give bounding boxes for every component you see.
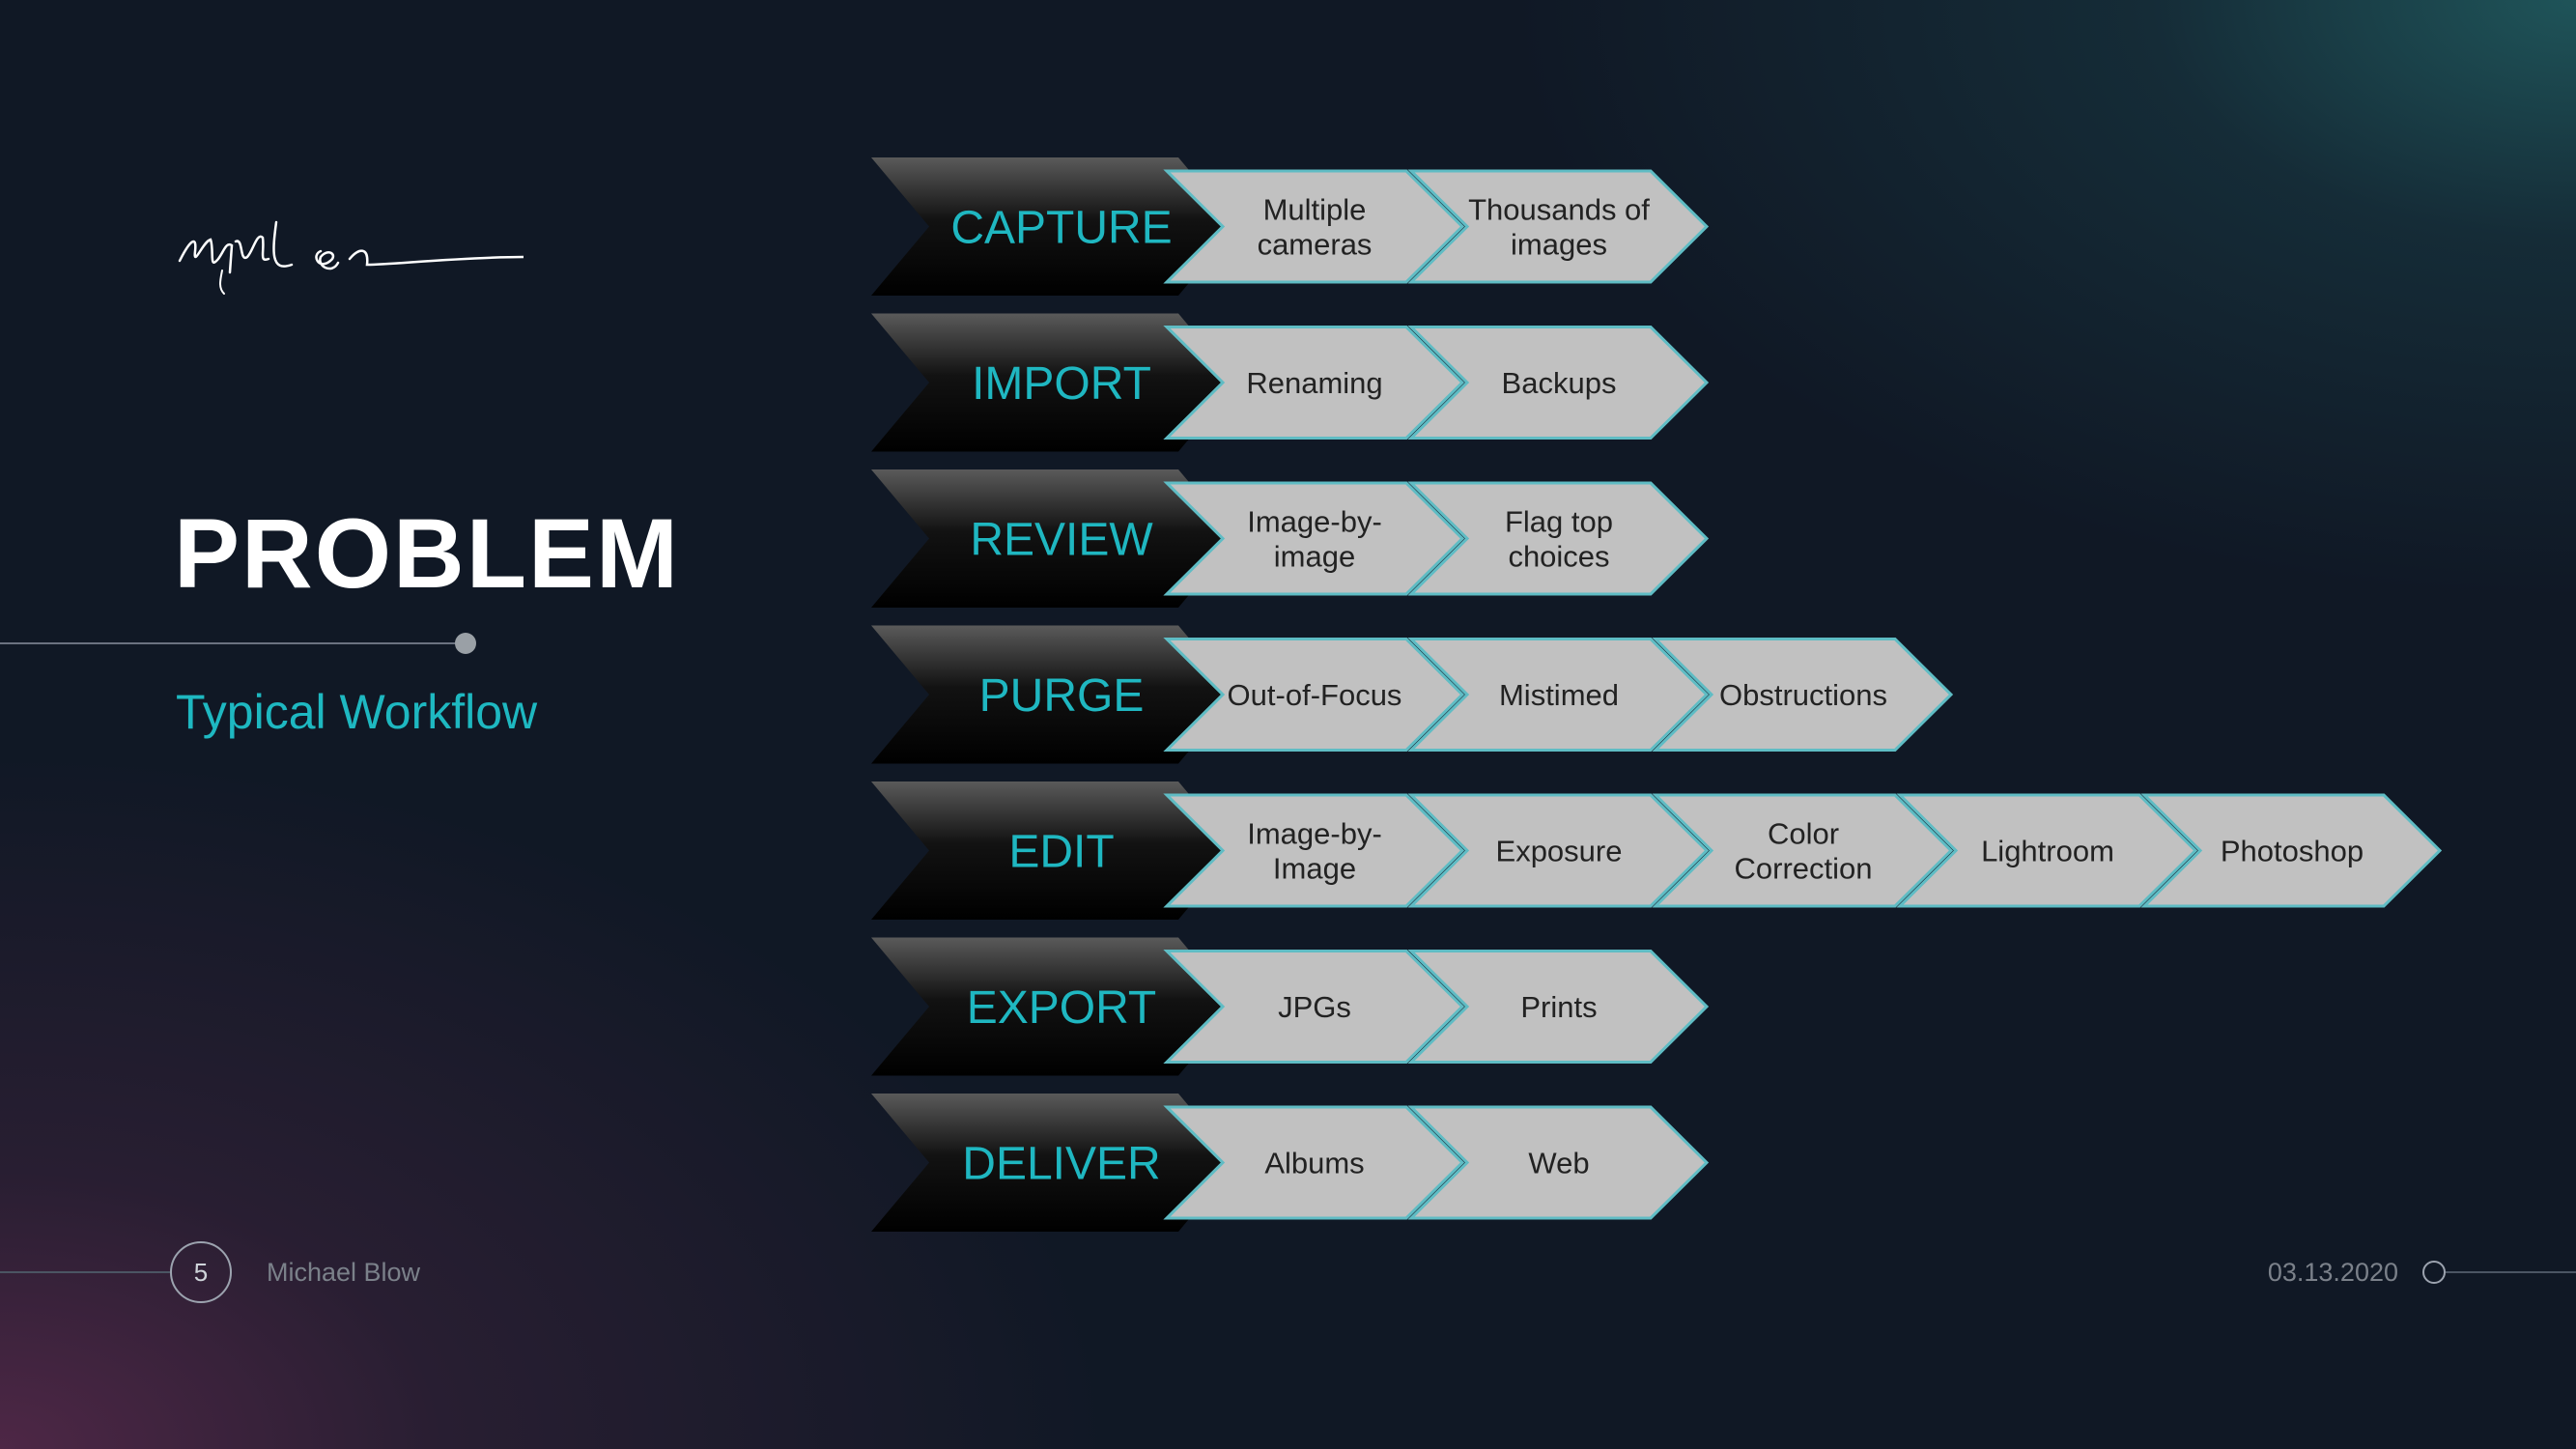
step-label: Image-by-	[1247, 817, 1382, 851]
page-number: 5	[170, 1241, 232, 1303]
step-label: Multiple	[1263, 193, 1367, 227]
stage-label: EXPORT	[967, 982, 1157, 1034]
step-label: images	[1511, 228, 1607, 262]
step-label: Photoshop	[2221, 835, 2364, 868]
step-label: Exposure	[1496, 835, 1623, 868]
step-label: Thousands of	[1468, 193, 1650, 227]
step-label: Color	[1768, 817, 1839, 851]
stage-label: IMPORT	[972, 358, 1151, 410]
stage-label: PURGE	[979, 670, 1145, 722]
step-label: image	[1274, 540, 1355, 574]
step-label: choices	[1508, 540, 1609, 574]
stage-label: DELIVER	[962, 1139, 1160, 1190]
presenter-name: Michael Blow	[267, 1258, 421, 1287]
step-label: Flag top	[1505, 505, 1613, 539]
step-label: Mistimed	[1499, 678, 1619, 712]
footer-left-rule	[0, 1271, 170, 1273]
step-label: Correction	[1735, 852, 1873, 886]
workflow-diagram: CAPTURE Multiplecameras Thousands ofimages…	[871, 157, 2443, 1232]
footer-right-circle	[2422, 1261, 2446, 1284]
step-label: Web	[1528, 1147, 1589, 1180]
step-label: Image	[1273, 852, 1356, 886]
step-label: Renaming	[1246, 366, 1382, 400]
step-label: Backups	[1502, 366, 1617, 400]
footer-right-rule	[2446, 1271, 2576, 1273]
stage-label: CAPTURE	[950, 203, 1172, 254]
step-label: Image-by-	[1247, 505, 1382, 539]
step-label: Lightroom	[1981, 835, 2114, 868]
stage-label: REVIEW	[970, 515, 1153, 566]
step-label: JPGs	[1278, 990, 1351, 1024]
step-label: Out-of-Focus	[1228, 678, 1402, 712]
step-label: cameras	[1258, 228, 1373, 262]
step-label: Prints	[1520, 990, 1597, 1024]
step-label: Obstructions	[1719, 678, 1887, 712]
stage-label: EDIT	[1008, 827, 1114, 878]
step-label: Albums	[1264, 1147, 1364, 1180]
presentation-date: 03.13.2020	[2267, 1258, 2398, 1287]
